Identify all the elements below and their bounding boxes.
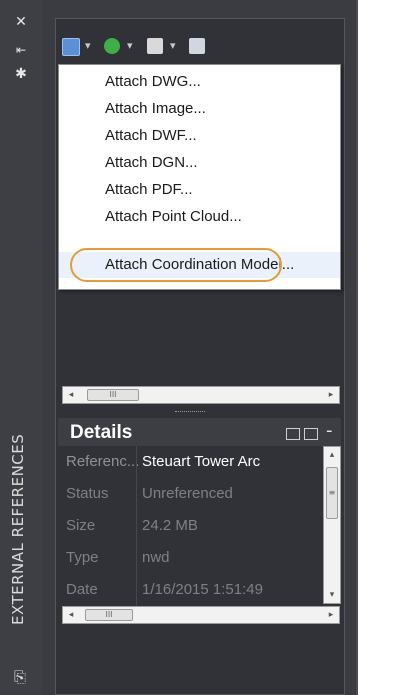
autohide-icon[interactable]: ⇤ [11, 42, 31, 58]
scroll-down-icon[interactable]: ▾ [325, 589, 339, 601]
details-row[interactable]: Date 1/16/2015 1:51:49 [58, 574, 341, 606]
attach-icon[interactable] [62, 38, 80, 56]
details-row-value: Unreferenced [142, 485, 233, 502]
details-row-value[interactable]: Steuart Tower Arc [142, 453, 322, 470]
scroll-right-icon[interactable]: ▸ [324, 388, 338, 402]
scroll-right-icon[interactable]: ▸ [324, 608, 338, 622]
details-row-label: Date [66, 581, 98, 598]
details-row-label: Referenc... [66, 453, 140, 470]
pane-splitter[interactable] [175, 411, 205, 415]
chevron-down-icon[interactable]: ▾ [127, 39, 133, 52]
details-title: Details [70, 422, 133, 443]
palette-title: EXTERNAL REFERENCES [9, 433, 27, 625]
menu-item-attach-point-cloud[interactable]: Attach Point Cloud... [59, 204, 340, 230]
collapse-icon[interactable]: - [326, 420, 333, 441]
scroll-left-icon[interactable]: ◂ [64, 388, 78, 402]
details-row-value: 1/16/2015 1:51:49 [142, 581, 263, 598]
scroll-up-icon[interactable]: ▴ [325, 449, 339, 461]
menu-item-attach-pdf[interactable]: Attach PDF... [59, 177, 340, 203]
details-table: Referenc... Steuart Tower Arc Status Unr… [58, 446, 341, 621]
highlight-annotation [70, 248, 282, 282]
details-row-label: Size [66, 517, 96, 534]
xref-toolbar: ▾ ▾ ▾ [58, 32, 288, 60]
menu-item-attach-dwg[interactable]: Attach DWG... [59, 69, 340, 95]
menu-item-attach-dgn[interactable]: Attach DGN... [59, 150, 340, 176]
details-row-value: 24.2 MB [142, 517, 198, 534]
details-row-value: nwd [142, 549, 170, 566]
chevron-down-icon[interactable]: ▾ [170, 39, 176, 52]
preview-toggle-icon[interactable] [286, 428, 300, 440]
help-icon[interactable] [189, 38, 205, 54]
scroll-thumb[interactable]: ≡ [326, 467, 338, 519]
list-horizontal-scrollbar[interactable]: ◂ III ▸ [62, 386, 340, 404]
chevron-down-icon[interactable]: ▾ [85, 39, 91, 52]
details-row-label: Type [66, 549, 99, 566]
details-row[interactable]: Type nwd [58, 542, 341, 574]
details-row[interactable]: Referenc... Steuart Tower Arc [58, 446, 341, 478]
details-toggle-icon[interactable] [304, 428, 318, 440]
details-row-label: Status [66, 485, 109, 502]
change-path-icon[interactable] [147, 38, 163, 54]
refresh-icon[interactable] [104, 38, 120, 54]
scroll-thumb[interactable]: III [87, 389, 139, 401]
properties-icon[interactable]: ✱ [11, 66, 31, 82]
scroll-left-icon[interactable]: ◂ [64, 608, 78, 622]
scroll-thumb[interactable]: III [85, 609, 133, 621]
details-row[interactable]: Size 24.2 MB [58, 510, 341, 542]
palette-menu-icon[interactable]: ⎘ [10, 668, 30, 688]
details-horizontal-scrollbar[interactable]: ◂ III ▸ [62, 606, 340, 624]
details-vertical-scrollbar[interactable]: ▴ ≡ ▾ [323, 446, 341, 604]
details-row[interactable]: Status Unreferenced [58, 478, 341, 510]
menu-item-attach-image[interactable]: Attach Image... [59, 96, 340, 122]
menu-item-attach-dwf[interactable]: Attach DWF... [59, 123, 340, 149]
close-icon[interactable]: ✕ [11, 14, 31, 30]
